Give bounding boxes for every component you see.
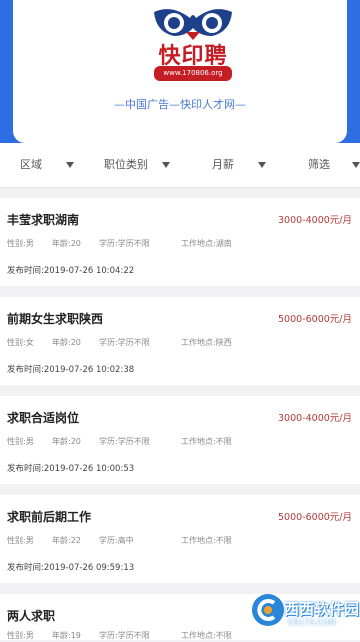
job-salary: 5000-6000元/月 <box>278 512 352 523</box>
job-salary: 5000-6000元/月 <box>278 314 352 325</box>
caret-down-icon <box>66 162 74 168</box>
job-card[interactable]: 前期女生求职陕西 5000-6000元/月 性别:女 年龄:20 学历:学历不限… <box>0 297 360 385</box>
filter-bar: 区域 职位类别 月薪 筛选 <box>0 143 360 188</box>
job-location: 工作地点:不限 <box>181 631 232 640</box>
job-post-time: 发布时间:2019-07-26 10:04:22 <box>7 266 135 276</box>
job-gender: 性别:男 <box>7 631 34 640</box>
job-salary: 3000-4000元/月 <box>278 215 352 226</box>
filter-region-label: 区域 <box>20 158 42 171</box>
job-gender: 性别:男 <box>7 437 34 446</box>
job-location: 工作地点:湖南 <box>181 239 232 248</box>
filter-category[interactable]: 职位类别 <box>104 143 170 187</box>
watermark: 西西软件园 CR173.COM <box>248 590 360 630</box>
watermark-url: CR173.COM <box>288 618 336 627</box>
job-age: 年龄:20 <box>52 338 81 347</box>
site-logo[interactable]: 快印聘 www.170806.org <box>150 6 236 86</box>
job-age: 年龄:19 <box>52 631 81 640</box>
job-gender: 性别:男 <box>7 239 34 248</box>
caret-down-icon <box>162 162 170 168</box>
filter-more-label: 筛选 <box>308 158 330 171</box>
job-education: 学历:高中 <box>99 536 134 545</box>
filter-region[interactable]: 区域 <box>20 143 74 187</box>
job-post-time: 发布时间:2019-07-26 09:59:13 <box>7 563 135 573</box>
cr-logo-icon <box>252 594 284 626</box>
job-title: 前期女生求职陕西 <box>7 312 104 326</box>
job-gender: 性别:女 <box>7 338 34 347</box>
watermark-text: 西西软件园 <box>284 600 360 618</box>
job-title: 丰莹求职湖南 <box>7 213 80 227</box>
job-card[interactable]: 求职合适岗位 3000-4000元/月 性别:男 年龄:20 学历:学历不限 工… <box>0 396 360 484</box>
filter-more[interactable]: 筛选 <box>308 143 360 187</box>
caret-down-icon <box>258 162 266 168</box>
job-education: 学历:学历不限 <box>99 338 150 347</box>
job-age: 年龄:20 <box>52 239 81 248</box>
job-post-time: 发布时间:2019-07-26 10:02:38 <box>7 365 135 375</box>
job-title: 求职前后期工作 <box>7 510 92 524</box>
brand-slogan: —中国广告—快印人才网— <box>114 98 246 111</box>
job-card[interactable]: 求职前后期工作 5000-6000元/月 性别:男 年龄:22 学历:高中 工作… <box>0 495 360 583</box>
job-title: 两人求职 <box>7 609 56 623</box>
job-age: 年龄:22 <box>52 536 81 545</box>
job-location: 工作地点:不限 <box>181 437 232 446</box>
caret-down-icon <box>352 162 360 168</box>
job-card[interactable]: 丰莹求职湖南 3000-4000元/月 性别:男 年龄:20 学历:学历不限 工… <box>0 198 360 286</box>
logo-url-badge: www.170806.org <box>154 66 232 81</box>
job-age: 年龄:20 <box>52 437 81 446</box>
job-education: 学历:学历不限 <box>99 631 150 640</box>
brand-banner: 快印聘 www.170806.org —中国广告—快印人才网— <box>13 0 347 143</box>
filter-salary-label: 月薪 <box>212 158 234 171</box>
job-location: 工作地点:不限 <box>181 536 232 545</box>
filter-salary[interactable]: 月薪 <box>212 143 266 187</box>
job-post-time: 发布时间:2019-07-26 10:00:53 <box>7 464 135 474</box>
job-gender: 性别:男 <box>7 536 34 545</box>
job-salary: 3000-4000元/月 <box>278 413 352 424</box>
job-location: 工作地点:陕西 <box>181 338 232 347</box>
job-education: 学历:学历不限 <box>99 239 150 248</box>
job-education: 学历:学历不限 <box>99 437 150 446</box>
filter-category-label: 职位类别 <box>104 158 148 171</box>
job-title: 求职合适岗位 <box>7 411 80 425</box>
